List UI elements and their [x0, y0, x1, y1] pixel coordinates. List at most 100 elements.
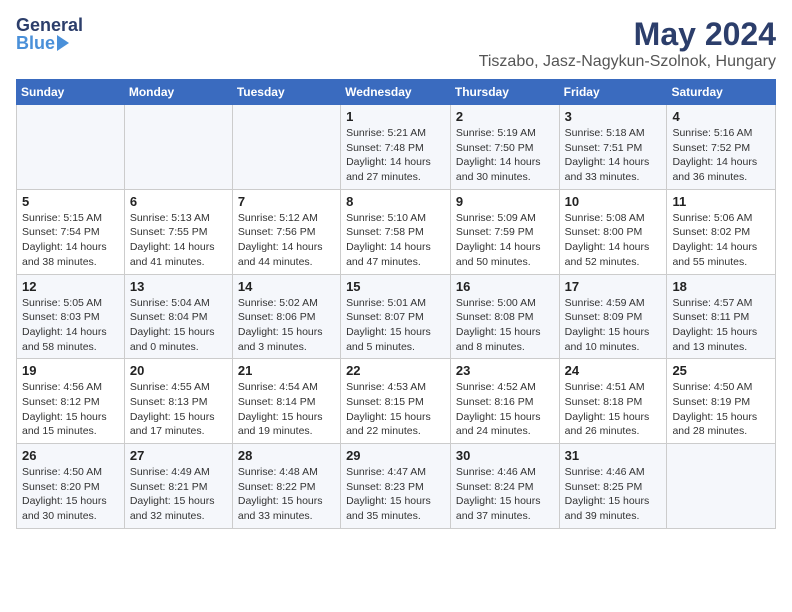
calendar-cell: 15 Sunrise: 5:01 AM Sunset: 8:07 PM Dayli…	[341, 274, 451, 359]
day-number: 21	[238, 363, 335, 378]
calendar-cell: 30 Sunrise: 4:46 AM Sunset: 8:24 PM Dayli…	[450, 444, 559, 529]
day-number: 8	[346, 194, 445, 209]
day-info: Sunrise: 5:08 AM Sunset: 8:00 PM Dayligh…	[565, 211, 662, 270]
calendar-cell: 27Sunrise: 4:49 AM Sunset: 8:21 PM Dayli…	[124, 444, 232, 529]
calendar-cell: 11Sunrise: 5:06 AM Sunset: 8:02 PM Dayli…	[667, 189, 776, 274]
day-number: 12	[22, 279, 119, 294]
day-number: 19	[22, 363, 119, 378]
day-info: Sunrise: 5:00 AM Sunset: 8:08 PM Dayligh…	[456, 296, 554, 355]
day-number: 20	[130, 363, 227, 378]
day-info: Sunrise: 4:54 AM Sunset: 8:14 PM Dayligh…	[238, 380, 335, 439]
calendar-cell	[667, 444, 776, 529]
calendar-cell: 28 Sunrise: 4:48 AM Sunset: 8:22 PM Dayli…	[232, 444, 340, 529]
day-number: 7	[238, 194, 335, 209]
calendar-cell: 13Sunrise: 5:04 AM Sunset: 8:04 PM Dayli…	[124, 274, 232, 359]
calendar-cell: 20 Sunrise: 4:55 AM Sunset: 8:13 PM Dayli…	[124, 359, 232, 444]
day-number: 6	[130, 194, 227, 209]
day-number: 26	[22, 448, 119, 463]
header: General Blue May 2024 Tiszabo, Jasz-Nagy…	[16, 16, 776, 71]
day-info: Sunrise: 4:46 AM Sunset: 8:25 PM Dayligh…	[565, 465, 662, 524]
day-number: 30	[456, 448, 554, 463]
calendar-cell: 7Sunrise: 5:12 AM Sunset: 7:56 PM Daylig…	[232, 189, 340, 274]
calendar-cell: 18 Sunrise: 4:57 AM Sunset: 8:11 PM Dayli…	[667, 274, 776, 359]
weekday-header-row: SundayMondayTuesdayWednesdayThursdayFrid…	[17, 80, 776, 105]
day-info: Sunrise: 4:52 AM Sunset: 8:16 PM Dayligh…	[456, 380, 554, 439]
day-info: Sunrise: 4:46 AM Sunset: 8:24 PM Dayligh…	[456, 465, 554, 524]
calendar-cell: 26 Sunrise: 4:50 AM Sunset: 8:20 PM Dayli…	[17, 444, 125, 529]
day-number: 28	[238, 448, 335, 463]
calendar-cell: 21 Sunrise: 4:54 AM Sunset: 8:14 PM Dayli…	[232, 359, 340, 444]
logo: General Blue	[16, 16, 83, 52]
day-number: 4	[672, 109, 770, 124]
logo-blue-text: Blue	[16, 34, 55, 52]
day-info: Sunrise: 4:49 AM Sunset: 8:21 PM Dayligh…	[130, 465, 227, 524]
day-number: 29	[346, 448, 445, 463]
calendar-week-row: 5Sunrise: 5:15 AM Sunset: 7:54 PM Daylig…	[17, 189, 776, 274]
calendar-cell: 14 Sunrise: 5:02 AM Sunset: 8:06 PM Dayli…	[232, 274, 340, 359]
day-info: Sunrise: 5:18 AM Sunset: 7:51 PM Dayligh…	[565, 126, 662, 185]
logo-arrow-icon	[57, 35, 69, 51]
location-subtitle: Tiszabo, Jasz-Nagykun-Szolnok, Hungary	[479, 53, 776, 71]
calendar-table: SundayMondayTuesdayWednesdayThursdayFrid…	[16, 79, 776, 529]
day-info: Sunrise: 4:59 AM Sunset: 8:09 PM Dayligh…	[565, 296, 662, 355]
day-number: 10	[565, 194, 662, 209]
day-number: 23	[456, 363, 554, 378]
day-number: 2	[456, 109, 554, 124]
day-info: Sunrise: 5:10 AM Sunset: 7:58 PM Dayligh…	[346, 211, 445, 270]
day-info: Sunrise: 4:53 AM Sunset: 8:15 PM Dayligh…	[346, 380, 445, 439]
calendar-cell: 24Sunrise: 4:51 AM Sunset: 8:18 PM Dayli…	[559, 359, 667, 444]
day-number: 9	[456, 194, 554, 209]
calendar-cell: 3Sunrise: 5:18 AM Sunset: 7:51 PM Daylig…	[559, 105, 667, 190]
day-number: 14	[238, 279, 335, 294]
day-info: Sunrise: 4:48 AM Sunset: 8:22 PM Dayligh…	[238, 465, 335, 524]
weekday-header-monday: Monday	[124, 80, 232, 105]
day-info: Sunrise: 4:57 AM Sunset: 8:11 PM Dayligh…	[672, 296, 770, 355]
logo-general-text: General	[16, 16, 83, 34]
day-info: Sunrise: 5:06 AM Sunset: 8:02 PM Dayligh…	[672, 211, 770, 270]
calendar-cell: 5Sunrise: 5:15 AM Sunset: 7:54 PM Daylig…	[17, 189, 125, 274]
day-info: Sunrise: 4:50 AM Sunset: 8:20 PM Dayligh…	[22, 465, 119, 524]
day-number: 22	[346, 363, 445, 378]
day-number: 25	[672, 363, 770, 378]
calendar-cell: 4Sunrise: 5:16 AM Sunset: 7:52 PM Daylig…	[667, 105, 776, 190]
day-number: 1	[346, 109, 445, 124]
calendar-cell: 25 Sunrise: 4:50 AM Sunset: 8:19 PM Dayli…	[667, 359, 776, 444]
day-info: Sunrise: 4:51 AM Sunset: 8:18 PM Dayligh…	[565, 380, 662, 439]
day-info: Sunrise: 5:01 AM Sunset: 8:07 PM Dayligh…	[346, 296, 445, 355]
calendar-cell	[232, 105, 340, 190]
calendar-cell: 19Sunrise: 4:56 AM Sunset: 8:12 PM Dayli…	[17, 359, 125, 444]
day-number: 17	[565, 279, 662, 294]
day-number: 16	[456, 279, 554, 294]
calendar-cell: 23 Sunrise: 4:52 AM Sunset: 8:16 PM Dayli…	[450, 359, 559, 444]
calendar-cell: 31 Sunrise: 4:46 AM Sunset: 8:25 PM Dayli…	[559, 444, 667, 529]
calendar-week-row: 26 Sunrise: 4:50 AM Sunset: 8:20 PM Dayli…	[17, 444, 776, 529]
day-number: 15	[346, 279, 445, 294]
day-number: 18	[672, 279, 770, 294]
day-info: Sunrise: 5:19 AM Sunset: 7:50 PM Dayligh…	[456, 126, 554, 185]
day-number: 5	[22, 194, 119, 209]
calendar-cell: 8 Sunrise: 5:10 AM Sunset: 7:58 PM Daylig…	[341, 189, 451, 274]
calendar-week-row: 12 Sunrise: 5:05 AM Sunset: 8:03 PM Dayli…	[17, 274, 776, 359]
calendar-cell: 16 Sunrise: 5:00 AM Sunset: 8:08 PM Dayli…	[450, 274, 559, 359]
calendar-cell: 29 Sunrise: 4:47 AM Sunset: 8:23 PM Dayli…	[341, 444, 451, 529]
calendar-cell: 2 Sunrise: 5:19 AM Sunset: 7:50 PM Daylig…	[450, 105, 559, 190]
day-info: Sunrise: 5:02 AM Sunset: 8:06 PM Dayligh…	[238, 296, 335, 355]
day-info: Sunrise: 5:05 AM Sunset: 8:03 PM Dayligh…	[22, 296, 119, 355]
calendar-cell: 9 Sunrise: 5:09 AM Sunset: 7:59 PM Daylig…	[450, 189, 559, 274]
calendar-cell: 1 Sunrise: 5:21 AM Sunset: 7:48 PM Daylig…	[341, 105, 451, 190]
weekday-header-friday: Friday	[559, 80, 667, 105]
calendar-cell	[124, 105, 232, 190]
day-number: 31	[565, 448, 662, 463]
calendar-cell: 12 Sunrise: 5:05 AM Sunset: 8:03 PM Dayli…	[17, 274, 125, 359]
weekday-header-tuesday: Tuesday	[232, 80, 340, 105]
day-info: Sunrise: 5:21 AM Sunset: 7:48 PM Dayligh…	[346, 126, 445, 185]
title-area: May 2024 Tiszabo, Jasz-Nagykun-Szolnok, …	[479, 16, 776, 71]
calendar-cell: 22 Sunrise: 4:53 AM Sunset: 8:15 PM Dayli…	[341, 359, 451, 444]
weekday-header-wednesday: Wednesday	[341, 80, 451, 105]
calendar-week-row: 19Sunrise: 4:56 AM Sunset: 8:12 PM Dayli…	[17, 359, 776, 444]
day-info: Sunrise: 4:55 AM Sunset: 8:13 PM Dayligh…	[130, 380, 227, 439]
weekday-header-thursday: Thursday	[450, 80, 559, 105]
day-info: Sunrise: 5:09 AM Sunset: 7:59 PM Dayligh…	[456, 211, 554, 270]
day-info: Sunrise: 4:50 AM Sunset: 8:19 PM Dayligh…	[672, 380, 770, 439]
day-info: Sunrise: 4:47 AM Sunset: 8:23 PM Dayligh…	[346, 465, 445, 524]
